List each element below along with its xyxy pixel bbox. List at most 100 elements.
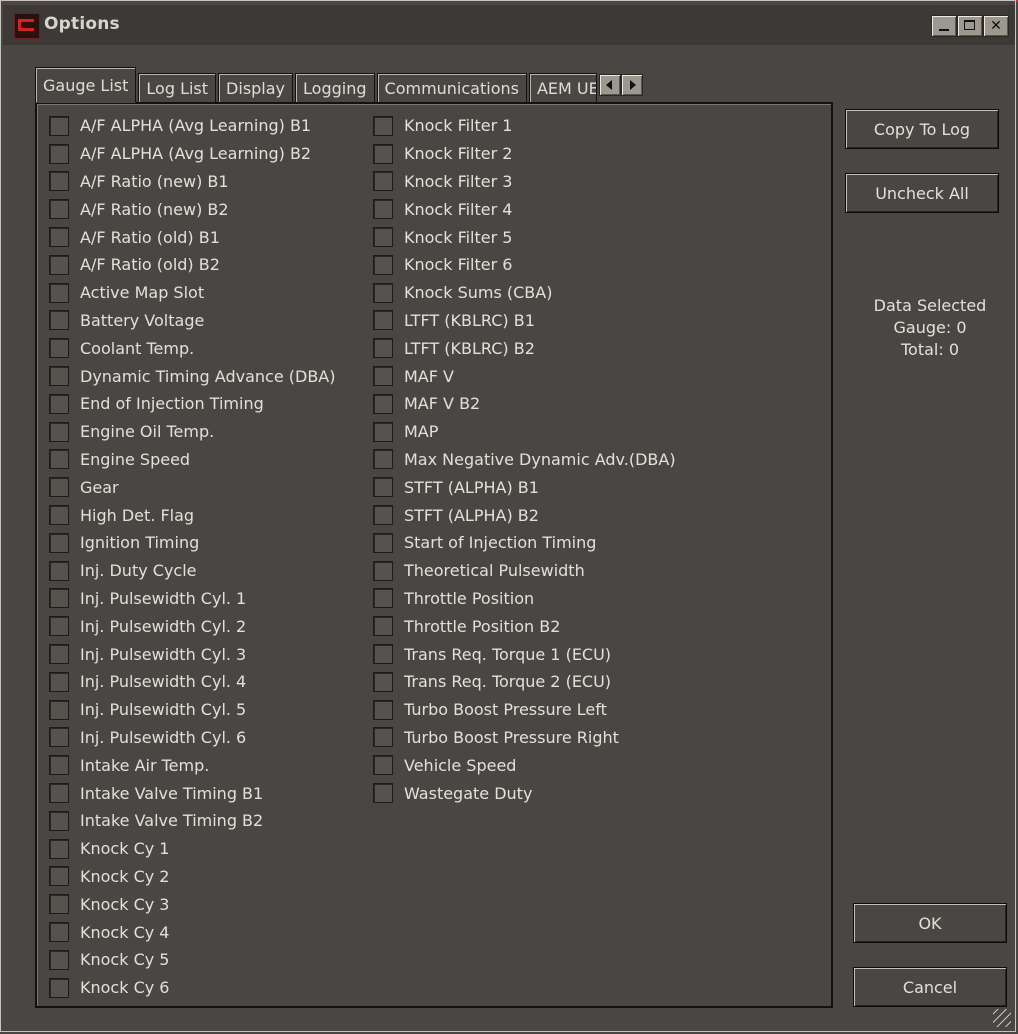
gauge-option[interactable]: Intake Valve Timing B1 bbox=[49, 779, 335, 807]
gauge-checkbox[interactable] bbox=[373, 421, 393, 442]
resize-grip-icon[interactable] bbox=[993, 1009, 1011, 1027]
gauge-checkbox[interactable] bbox=[373, 199, 393, 220]
gauge-checkbox[interactable] bbox=[373, 616, 393, 637]
gauge-option[interactable]: A/F Ratio (old) B1 bbox=[49, 223, 335, 251]
gauge-checkbox[interactable] bbox=[49, 171, 69, 192]
gauge-checkbox[interactable] bbox=[373, 783, 393, 804]
gauge-option[interactable]: Trans Req. Torque 2 (ECU) bbox=[373, 668, 676, 696]
gauge-checkbox[interactable] bbox=[49, 115, 69, 136]
tab-log-list[interactable]: Log List bbox=[138, 73, 217, 103]
gauge-option[interactable]: Turbo Boost Pressure Left bbox=[373, 696, 676, 724]
gauge-option[interactable]: Knock Sums (CBA) bbox=[373, 279, 676, 307]
gauge-option[interactable]: Vehicle Speed bbox=[373, 751, 676, 779]
gauge-checkbox[interactable] bbox=[373, 338, 393, 359]
tab-logging[interactable]: Logging bbox=[295, 73, 375, 103]
gauge-option[interactable]: MAP bbox=[373, 418, 676, 446]
gauge-checkbox[interactable] bbox=[49, 977, 69, 998]
gauge-checkbox[interactable] bbox=[49, 366, 69, 387]
gauge-checkbox[interactable] bbox=[49, 727, 69, 748]
arrow-right-icon[interactable] bbox=[620, 74, 643, 96]
gauge-option[interactable]: Knock Cy 2 bbox=[49, 863, 335, 891]
gauge-checkbox[interactable] bbox=[373, 227, 393, 248]
gauge-checkbox[interactable] bbox=[49, 755, 69, 776]
tab-gauge-list[interactable]: Gauge List bbox=[35, 67, 137, 103]
gauge-checkbox[interactable] bbox=[49, 866, 69, 887]
gauge-option[interactable]: Knock Cy 1 bbox=[49, 835, 335, 863]
gauge-option[interactable]: Knock Cy 5 bbox=[49, 946, 335, 974]
gauge-option[interactable]: Active Map Slot bbox=[49, 279, 335, 307]
gauge-option[interactable]: A/F Ratio (old) B2 bbox=[49, 251, 335, 279]
gauge-checkbox[interactable] bbox=[49, 783, 69, 804]
gauge-option[interactable]: A/F Ratio (new) B2 bbox=[49, 195, 335, 223]
gauge-option[interactable]: Intake Valve Timing B2 bbox=[49, 807, 335, 835]
close-icon[interactable]: ✕ bbox=[983, 15, 1009, 37]
gauge-option[interactable]: A/F ALPHA (Avg Learning) B2 bbox=[49, 140, 335, 168]
gauge-option[interactable]: Knock Cy 3 bbox=[49, 890, 335, 918]
gauge-option[interactable]: Inj. Duty Cycle bbox=[49, 557, 335, 585]
gauge-option[interactable]: LTFT (KBLRC) B2 bbox=[373, 334, 676, 362]
gauge-option[interactable]: Inj. Pulsewidth Cyl. 6 bbox=[49, 724, 335, 752]
gauge-option[interactable]: Throttle Position bbox=[373, 585, 676, 613]
gauge-option[interactable]: Inj. Pulsewidth Cyl. 2 bbox=[49, 612, 335, 640]
gauge-checkbox[interactable] bbox=[49, 588, 69, 609]
gauge-option[interactable]: A/F Ratio (new) B1 bbox=[49, 168, 335, 196]
gauge-option[interactable]: Inj. Pulsewidth Cyl. 5 bbox=[49, 696, 335, 724]
cancel-button[interactable]: Cancel bbox=[853, 967, 1007, 1007]
gauge-checkbox[interactable] bbox=[49, 616, 69, 637]
gauge-option[interactable]: High Det. Flag bbox=[49, 501, 335, 529]
gauge-checkbox[interactable] bbox=[49, 810, 69, 831]
gauge-option[interactable]: Knock Filter 1 bbox=[373, 112, 676, 140]
gauge-checkbox[interactable] bbox=[49, 282, 69, 303]
gauge-option[interactable]: Ignition Timing bbox=[49, 529, 335, 557]
gauge-checkbox[interactable] bbox=[373, 727, 393, 748]
gauge-checkbox[interactable] bbox=[373, 588, 393, 609]
gauge-checkbox[interactable] bbox=[373, 282, 393, 303]
gauge-checkbox[interactable] bbox=[49, 644, 69, 665]
gauge-checkbox[interactable] bbox=[373, 310, 393, 331]
gauge-option[interactable]: Battery Voltage bbox=[49, 307, 335, 335]
gauge-option[interactable]: Dynamic Timing Advance (DBA) bbox=[49, 362, 335, 390]
uncheck-all-button[interactable]: Uncheck All bbox=[845, 173, 999, 213]
gauge-checkbox[interactable] bbox=[49, 949, 69, 970]
gauge-option[interactable]: Intake Air Temp. bbox=[49, 751, 335, 779]
gauge-option[interactable]: Knock Filter 3 bbox=[373, 168, 676, 196]
tab-aem-ue[interactable]: AEM UE bbox=[528, 73, 597, 103]
gauge-checkbox[interactable] bbox=[373, 477, 393, 498]
gauge-checkbox[interactable] bbox=[373, 254, 393, 275]
gauge-checkbox[interactable] bbox=[373, 143, 393, 164]
maximize-icon[interactable] bbox=[957, 15, 983, 37]
gauge-option[interactable]: Knock Filter 6 bbox=[373, 251, 676, 279]
gauge-option[interactable]: Inj. Pulsewidth Cyl. 3 bbox=[49, 640, 335, 668]
gauge-option[interactable]: Theoretical Pulsewidth bbox=[373, 557, 676, 585]
gauge-option[interactable]: Max Negative Dynamic Adv.(DBA) bbox=[373, 446, 676, 474]
gauge-checkbox[interactable] bbox=[49, 671, 69, 692]
gauge-checkbox[interactable] bbox=[373, 699, 393, 720]
gauge-checkbox[interactable] bbox=[49, 143, 69, 164]
gauge-checkbox[interactable] bbox=[49, 338, 69, 359]
gauge-checkbox[interactable] bbox=[373, 366, 393, 387]
gauge-option[interactable]: Coolant Temp. bbox=[49, 334, 335, 362]
minimize-icon[interactable] bbox=[931, 15, 957, 37]
ok-button[interactable]: OK bbox=[853, 903, 1007, 943]
gauge-checkbox[interactable] bbox=[373, 505, 393, 526]
gauge-checkbox[interactable] bbox=[49, 560, 69, 581]
gauge-checkbox[interactable] bbox=[49, 449, 69, 470]
gauge-checkbox[interactable] bbox=[49, 922, 69, 942]
gauge-option[interactable]: STFT (ALPHA) B1 bbox=[373, 473, 676, 501]
gauge-checkbox[interactable] bbox=[49, 532, 69, 553]
gauge-option[interactable]: Throttle Position B2 bbox=[373, 612, 676, 640]
gauge-option[interactable]: Wastegate Duty bbox=[373, 779, 676, 807]
gauge-checkbox[interactable] bbox=[373, 644, 393, 665]
arrow-left-icon[interactable] bbox=[598, 74, 621, 96]
gauge-option[interactable]: LTFT (KBLRC) B1 bbox=[373, 307, 676, 335]
gauge-checkbox[interactable] bbox=[49, 699, 69, 720]
gauge-checkbox[interactable] bbox=[49, 477, 69, 498]
gauge-checkbox[interactable] bbox=[49, 393, 69, 414]
copy-to-log-button[interactable]: Copy To Log bbox=[845, 109, 999, 149]
gauge-checkbox[interactable] bbox=[49, 254, 69, 275]
tab-communications[interactable]: Communications bbox=[376, 73, 527, 103]
gauge-option[interactable]: MAF V B2 bbox=[373, 390, 676, 418]
gauge-option[interactable]: STFT (ALPHA) B2 bbox=[373, 501, 676, 529]
tab-display[interactable]: Display bbox=[218, 73, 294, 103]
gauge-option[interactable]: Engine Speed bbox=[49, 446, 335, 474]
